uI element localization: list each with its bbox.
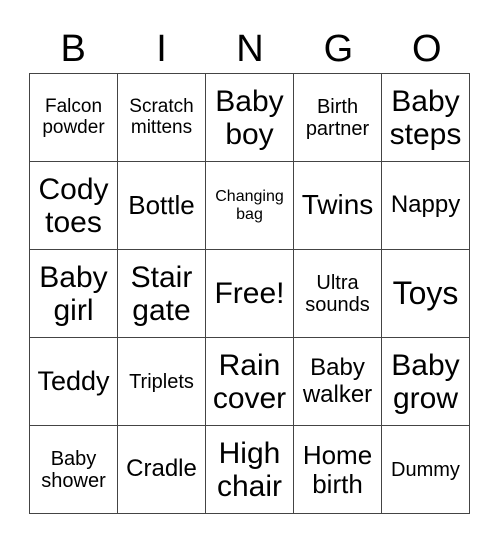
bingo-cell[interactable]: Nappy: [381, 161, 470, 250]
bingo-cell[interactable]: Triplets: [117, 337, 206, 426]
header-letter-b: B: [60, 28, 86, 70]
bingo-cell[interactable]: Cradle: [117, 425, 206, 514]
bingo-cell[interactable]: Twins: [293, 161, 382, 250]
header-letter-g: G: [323, 28, 354, 70]
header-letter-o: O: [411, 28, 442, 70]
bingo-cell[interactable]: Baby shower: [29, 425, 118, 514]
bingo-cell[interactable]: Birth partner: [293, 73, 382, 162]
bingo-cell[interactable]: Rain cover: [205, 337, 294, 426]
bingo-cell[interactable]: Teddy: [29, 337, 118, 426]
bingo-cell[interactable]: Baby walker: [293, 337, 382, 426]
bingo-header: B I N G O: [29, 26, 471, 72]
bingo-cell[interactable]: Home birth: [293, 425, 382, 514]
grid-row: Cody toes Bottle Changing bag Twins Nappy: [29, 161, 470, 250]
bingo-cell[interactable]: Changing bag: [205, 161, 294, 250]
bingo-cell[interactable]: Falcon powder: [29, 73, 118, 162]
bingo-cell[interactable]: Baby boy: [205, 73, 294, 162]
bingo-cell[interactable]: Scratch mittens: [117, 73, 206, 162]
header-letter-n: N: [236, 28, 264, 70]
bingo-cell[interactable]: Free!: [205, 249, 294, 338]
grid-row: Baby shower Cradle High chair Home birth Dum…: [29, 425, 470, 514]
bingo-cell[interactable]: Bottle: [117, 161, 206, 250]
bingo-grid: Falcon powder Scratch mittens Baby boy Birt…: [29, 73, 470, 514]
bingo-cell[interactable]: Baby steps: [381, 73, 470, 162]
bingo-cell[interactable]: Cody toes: [29, 161, 118, 250]
bingo-cell[interactable]: High chair: [205, 425, 294, 514]
bingo-cell[interactable]: Baby grow: [381, 337, 470, 426]
grid-row: Teddy Triplets Rain cover Baby walker Baby g…: [29, 337, 470, 426]
bingo-cell[interactable]: Toys: [381, 249, 470, 338]
bingo-cell[interactable]: Dummy: [381, 425, 470, 514]
grid-row: Baby girl Stair gate Free! Ultra sounds Toys: [29, 249, 470, 338]
bingo-cell[interactable]: Ultra sounds: [293, 249, 382, 338]
bingo-cell[interactable]: Baby girl: [29, 249, 118, 338]
grid-row: Falcon powder Scratch mittens Baby boy Birt…: [29, 73, 470, 162]
bingo-cell[interactable]: Stair gate: [117, 249, 206, 338]
header-letter-i: I: [156, 28, 167, 70]
